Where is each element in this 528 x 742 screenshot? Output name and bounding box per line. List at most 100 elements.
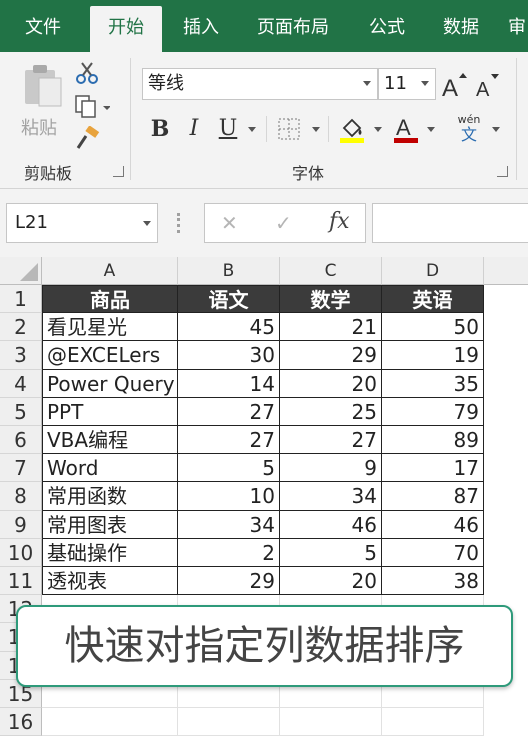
row-header[interactable]: 2 — [0, 313, 42, 342]
font-color-icon[interactable]: A — [392, 114, 420, 144]
underline-button[interactable]: U — [214, 114, 242, 144]
tab-file[interactable]: 文件 — [8, 0, 78, 52]
table-cell-score[interactable]: 50 — [382, 313, 484, 342]
table-cell-score[interactable]: 20 — [280, 567, 382, 596]
column-header-e[interactable] — [484, 257, 528, 285]
tab-insert[interactable]: 插入 — [170, 0, 232, 52]
font-size-dropdown[interactable]: 11 — [378, 68, 436, 100]
row-header[interactable]: 16 — [0, 708, 42, 737]
row-header[interactable]: 5 — [0, 397, 42, 426]
table-cell-score[interactable]: 29 — [280, 341, 382, 370]
row-header[interactable]: 7 — [0, 454, 42, 483]
table-cell-score[interactable]: 89 — [382, 426, 484, 455]
table-cell-item[interactable]: PPT — [42, 397, 178, 426]
table-cell-score[interactable]: 38 — [382, 567, 484, 596]
table-cell-item[interactable]: @EXCELers — [42, 341, 178, 370]
table-cell-item[interactable]: Power Query — [42, 369, 178, 398]
table-header-cell[interactable]: 语文 — [178, 285, 280, 314]
row-header[interactable]: 4 — [0, 369, 42, 398]
name-box[interactable]: L21 — [6, 203, 158, 243]
enter-icon[interactable]: ✓ — [275, 211, 292, 235]
borders-dropdown-icon[interactable] — [312, 127, 320, 132]
table-cell-score[interactable]: 9 — [280, 454, 382, 483]
formula-input[interactable] — [372, 203, 528, 243]
table-cell-score[interactable]: 27 — [178, 397, 280, 426]
empty-cell[interactable] — [382, 708, 484, 737]
table-cell-score[interactable]: 34 — [280, 482, 382, 511]
table-cell-score[interactable]: 27 — [280, 426, 382, 455]
table-cell-score[interactable]: 34 — [178, 510, 280, 539]
table-cell-score[interactable]: 2 — [178, 538, 280, 567]
row-header[interactable]: 3 — [0, 341, 42, 370]
table-cell-item[interactable]: 常用函数 — [42, 482, 178, 511]
decrease-font-size-icon[interactable]: A — [474, 70, 502, 100]
table-cell-score[interactable]: 87 — [382, 482, 484, 511]
tab-formulas[interactable]: 公式 — [356, 0, 418, 52]
font-name-dropdown[interactable]: 等线 — [142, 68, 378, 100]
empty-cell[interactable] — [178, 708, 280, 737]
table-cell-score[interactable]: 45 — [178, 313, 280, 342]
table-cell-item[interactable]: 看见星光 — [42, 313, 178, 342]
table-header-cell[interactable]: 数学 — [280, 285, 382, 314]
row-header[interactable]: 10 — [0, 538, 42, 567]
insert-function-icon[interactable]: fx — [329, 209, 350, 234]
phonetic-dropdown-icon[interactable] — [492, 127, 500, 132]
table-cell-score[interactable]: 5 — [178, 454, 280, 483]
tab-home[interactable]: 开始 — [90, 6, 162, 52]
tab-page-layout[interactable]: 页面布局 — [245, 0, 341, 52]
table-cell-item[interactable]: VBA编程 — [42, 426, 178, 455]
empty-cell[interactable] — [280, 708, 382, 737]
empty-cell[interactable] — [42, 708, 178, 737]
row-header[interactable]: 11 — [0, 567, 42, 596]
table-cell-score[interactable]: 10 — [178, 482, 280, 511]
table-cell-score[interactable]: 35 — [382, 369, 484, 398]
table-cell-score[interactable]: 21 — [280, 313, 382, 342]
tab-review[interactable]: 审 — [508, 0, 528, 52]
table-cell-item[interactable]: 基础操作 — [42, 538, 178, 567]
fill-color-dropdown-icon[interactable] — [374, 127, 382, 132]
row-header[interactable]: 8 — [0, 482, 42, 511]
table-cell-score[interactable]: 25 — [280, 397, 382, 426]
italic-button[interactable]: I — [180, 114, 208, 144]
column-header-c[interactable]: C — [280, 257, 382, 285]
font-color-dropdown-icon[interactable] — [427, 127, 435, 132]
copy-icon[interactable] — [74, 94, 110, 120]
font-launcher-icon[interactable] — [497, 166, 508, 177]
column-header-b[interactable]: B — [178, 257, 280, 285]
column-header-a[interactable]: A — [42, 257, 178, 285]
borders-icon[interactable] — [276, 116, 302, 142]
bold-button[interactable]: B — [146, 114, 174, 144]
table-cell-score[interactable]: 79 — [382, 397, 484, 426]
table-header-cell[interactable]: 英语 — [382, 285, 484, 314]
row-header[interactable]: 1 — [0, 285, 42, 314]
select-all-button[interactable] — [0, 257, 42, 285]
table-cell-score[interactable]: 70 — [382, 538, 484, 567]
underline-dropdown-icon[interactable] — [248, 127, 256, 132]
formula-bar-grip-icon[interactable] — [177, 213, 181, 233]
fill-color-icon[interactable] — [338, 114, 366, 144]
table-cell-score[interactable]: 20 — [280, 369, 382, 398]
table-cell-score[interactable]: 5 — [280, 538, 382, 567]
table-cell-score[interactable]: 29 — [178, 567, 280, 596]
clipboard-launcher-icon[interactable] — [113, 166, 124, 177]
table-cell-score[interactable]: 17 — [382, 454, 484, 483]
cancel-icon[interactable]: ✕ — [221, 211, 238, 235]
table-cell-item[interactable]: Word — [42, 454, 178, 483]
table-cell-score[interactable]: 27 — [178, 426, 280, 455]
paste-button[interactable]: 粘贴 — [14, 60, 72, 150]
row-header[interactable]: 9 — [0, 510, 42, 539]
table-cell-item[interactable]: 常用图表 — [42, 510, 178, 539]
row-header[interactable]: 6 — [0, 426, 42, 455]
table-cell-score[interactable]: 46 — [280, 510, 382, 539]
cut-icon[interactable] — [74, 60, 100, 86]
phonetic-guide-button[interactable]: wén 文 — [454, 114, 484, 144]
table-cell-score[interactable]: 19 — [382, 341, 484, 370]
table-cell-score[interactable]: 14 — [178, 369, 280, 398]
table-cell-score[interactable]: 30 — [178, 341, 280, 370]
format-painter-icon[interactable] — [74, 126, 102, 152]
table-cell-item[interactable]: 透视表 — [42, 567, 178, 596]
increase-font-size-icon[interactable]: A — [440, 70, 468, 100]
tab-data[interactable]: 数据 — [430, 0, 492, 52]
column-header-d[interactable]: D — [382, 257, 484, 285]
table-cell-score[interactable]: 46 — [382, 510, 484, 539]
